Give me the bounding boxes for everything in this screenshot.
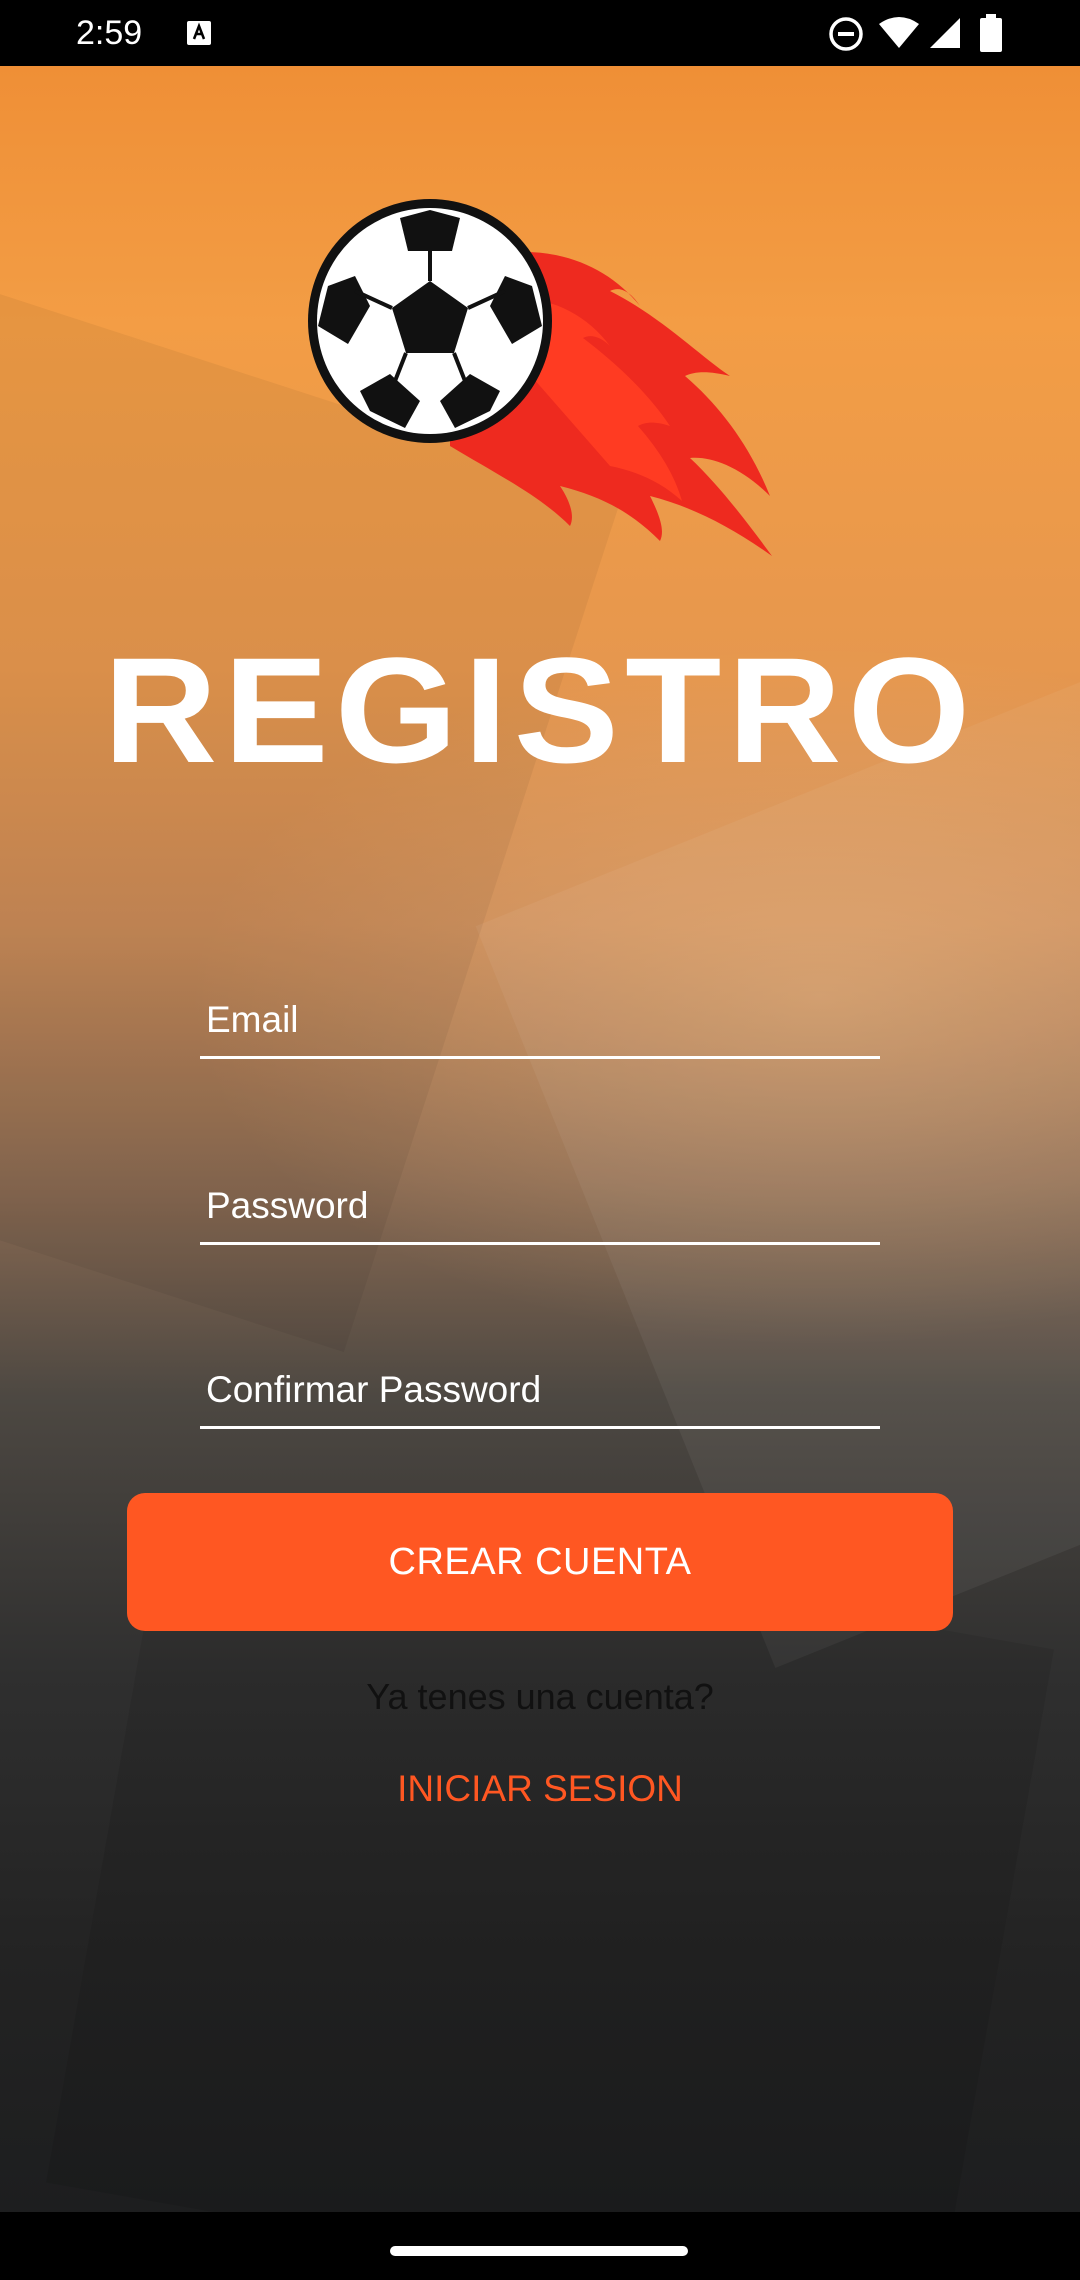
- confirm-password-input[interactable]: [206, 1364, 866, 1416]
- do-not-disturb-icon: [829, 17, 863, 51]
- login-link[interactable]: INICIAR SESION: [0, 1768, 1080, 1810]
- registration-screen: REGISTRO CREAR CUENTA Ya tenes una cuent…: [0, 66, 1080, 2212]
- email-field[interactable]: [200, 976, 880, 1059]
- password-field[interactable]: [200, 1162, 880, 1245]
- navigation-bar: [0, 2212, 1080, 2280]
- account-question-text: Ya tenes una cuenta?: [366, 1676, 714, 1717]
- battery-icon: [980, 14, 1002, 52]
- signal-icon: [930, 18, 960, 48]
- password-input[interactable]: [206, 1180, 866, 1232]
- create-account-button[interactable]: CREAR CUENTA: [127, 1493, 953, 1631]
- a-notification-icon: [187, 21, 211, 45]
- confirm-password-field[interactable]: [200, 1346, 880, 1429]
- soccer-ball-flame-logo: [308, 199, 772, 556]
- page-title: REGISTRO: [103, 626, 977, 794]
- status-time: 2:59: [76, 14, 143, 52]
- home-gesture-handle[interactable]: [390, 2246, 688, 2256]
- status-bar: 2:59: [0, 0, 1080, 66]
- email-input[interactable]: [206, 994, 866, 1046]
- wifi-icon: [879, 17, 919, 48]
